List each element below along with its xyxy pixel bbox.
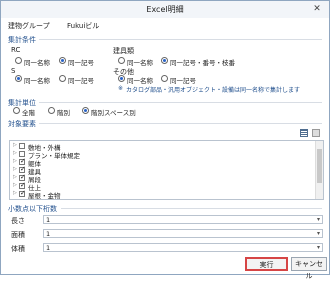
unit-radio-all[interactable] [13, 107, 20, 114]
scrollbar-thumb[interactable] [317, 149, 322, 183]
chevron-down-icon: ▾ [316, 216, 320, 223]
area-label: 面積 [11, 231, 25, 239]
rc-option-code: 同一記号 [68, 59, 94, 67]
s-radio-name[interactable] [15, 75, 22, 82]
length-label: 長さ [11, 217, 25, 225]
list-view-icon[interactable] [300, 129, 308, 137]
cancel-button[interactable]: キャンセル [291, 257, 327, 280]
other-option-code: 同一記号 [170, 77, 196, 85]
volume-select[interactable]: 1 ▾ [43, 243, 323, 252]
unit-radio-floor[interactable] [48, 107, 55, 114]
title-bar: Excel明細 ✕ [1, 1, 329, 18]
run-button[interactable]: 実行 [245, 257, 288, 271]
tree-scrollbar[interactable] [315, 141, 323, 199]
divider [39, 102, 322, 103]
rc-radio-code[interactable] [59, 57, 66, 64]
fitting-label: 建具類 [113, 47, 134, 55]
divider [39, 39, 322, 40]
unit-radio-floor-space[interactable] [82, 107, 89, 114]
close-button[interactable]: ✕ [309, 2, 325, 16]
fitting-option-name: 同一名称 [127, 59, 153, 67]
section-decimals: 小数点以下桁数 [8, 205, 57, 213]
building-name: Fukuiビル [67, 22, 100, 30]
element-tree: ▷ 敷地・外構 ▷ プラン・単体規定 ▷ 躯体 ▷ 建具 ▷ 屑段 ▷ 仕上 [9, 140, 324, 200]
divider [39, 123, 322, 124]
tree-item-label: 屋根・金物 [28, 192, 61, 200]
grid-view-icon[interactable] [312, 129, 320, 137]
volume-value: 1 [46, 244, 51, 252]
checkbox[interactable] [19, 189, 26, 197]
rc-option-name: 同一名称 [24, 59, 50, 67]
length-select[interactable]: 1 ▾ [43, 215, 323, 224]
area-value: 1 [46, 230, 51, 238]
unit-option-floor: 階別 [57, 109, 70, 117]
building-group-label: 建物グループ [8, 22, 50, 30]
area-select[interactable]: 1 ▾ [43, 229, 323, 238]
divider [61, 208, 322, 209]
note-text: カタログ部品・汎用オブジェクト・設備は同一名称で集計します [126, 87, 301, 94]
chevron-down-icon: ▾ [316, 230, 320, 237]
rc-label: RC [11, 46, 21, 54]
section-conditions: 集計条件 [8, 36, 36, 44]
fitting-radio-code[interactable] [161, 57, 168, 64]
unit-option-floor-space: 階別スペース別 [91, 109, 136, 117]
section-elements: 対象要素 [8, 120, 36, 128]
s-option-code: 同一記号 [68, 77, 94, 85]
rc-radio-name[interactable] [15, 57, 22, 64]
length-value: 1 [46, 216, 51, 224]
s-label: S [11, 67, 16, 75]
fitting-option-code: 同一記号・番号・枝番 [170, 59, 235, 67]
fitting-radio-name[interactable] [118, 57, 125, 64]
s-option-name: 同一名称 [24, 77, 50, 85]
window-title: Excel明細 [146, 5, 184, 14]
s-radio-code[interactable] [59, 75, 66, 82]
volume-label: 体積 [11, 245, 25, 253]
note-mark: ※ [118, 85, 124, 92]
other-option-name: 同一名称 [127, 77, 153, 85]
other-radio-name[interactable] [118, 75, 125, 82]
excel-detail-dialog: Excel明細 ✕ 建物グループ Fukuiビル 集計条件 RC 同一名称 同一… [0, 0, 330, 280]
chevron-down-icon: ▾ [316, 244, 320, 251]
unit-option-all: 全階 [22, 109, 35, 117]
checkbox[interactable] [19, 143, 25, 149]
other-radio-code[interactable] [161, 75, 168, 82]
